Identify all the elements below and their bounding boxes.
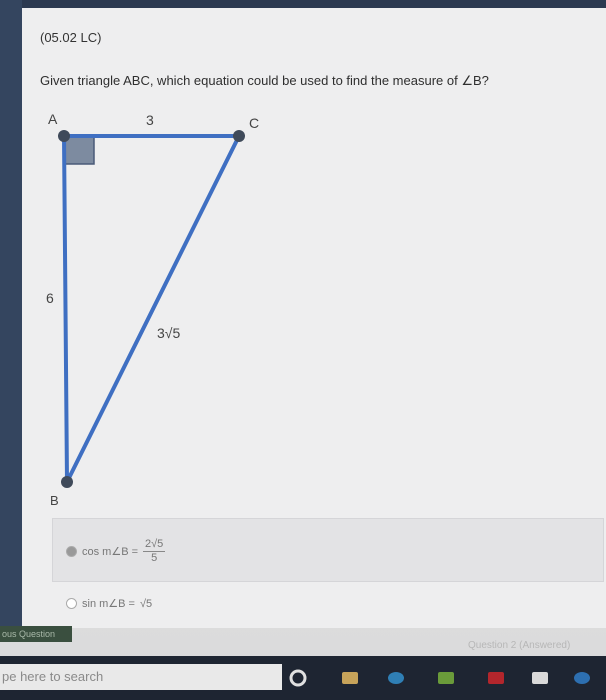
taskbar-search-input[interactable]: pe here to search [0,664,282,690]
side-ab-label: 6 [46,290,54,306]
option-cos-radio[interactable] [66,546,77,557]
cortana-icon[interactable] [288,668,308,688]
option-sin-prefix: sin m∠B = [82,598,135,610]
previous-question-button[interactable]: ous Question [0,626,72,642]
vertex-a-dot [58,130,70,142]
option-sin[interactable]: sin m∠B = √5 [66,597,152,610]
option-sin-value: √5 [139,597,153,610]
browser-icon[interactable] [574,672,590,684]
vertex-c-label: C [249,115,259,131]
store-icon[interactable] [438,672,454,684]
option-cos-prefix: cos m∠B = [82,546,139,558]
right-angle-marker [63,135,95,165]
screen-background: (05.02 LC) Given triangle ABC, which equ… [0,0,606,700]
vertex-b-dot [61,476,73,488]
side-bc-label: 3√5 [157,325,180,341]
side-ac-label: 3 [146,112,154,128]
triangle-diagram: A C B 3 6 3√5 [46,111,259,508]
triangle-outline [61,134,243,483]
vertex-c-dot [233,130,245,142]
file-explorer-icon[interactable] [342,672,358,684]
option-cos-fraction: 2√5 5 [143,538,166,565]
option-cos[interactable]: cos m∠B = 2√5 5 [66,538,166,565]
option-sin-radio[interactable] [66,598,77,609]
netflix-icon[interactable] [488,672,504,684]
option-cos-denominator: 5 [151,552,158,564]
next-question-label[interactable]: Question 2 (Answered) [468,640,570,651]
vertex-a-label: A [48,111,58,127]
edge-icon[interactable] [388,672,404,684]
vertex-b-label: B [50,493,59,508]
option-cos-numerator: 2√5 [143,538,166,552]
mail-icon[interactable] [532,672,548,684]
